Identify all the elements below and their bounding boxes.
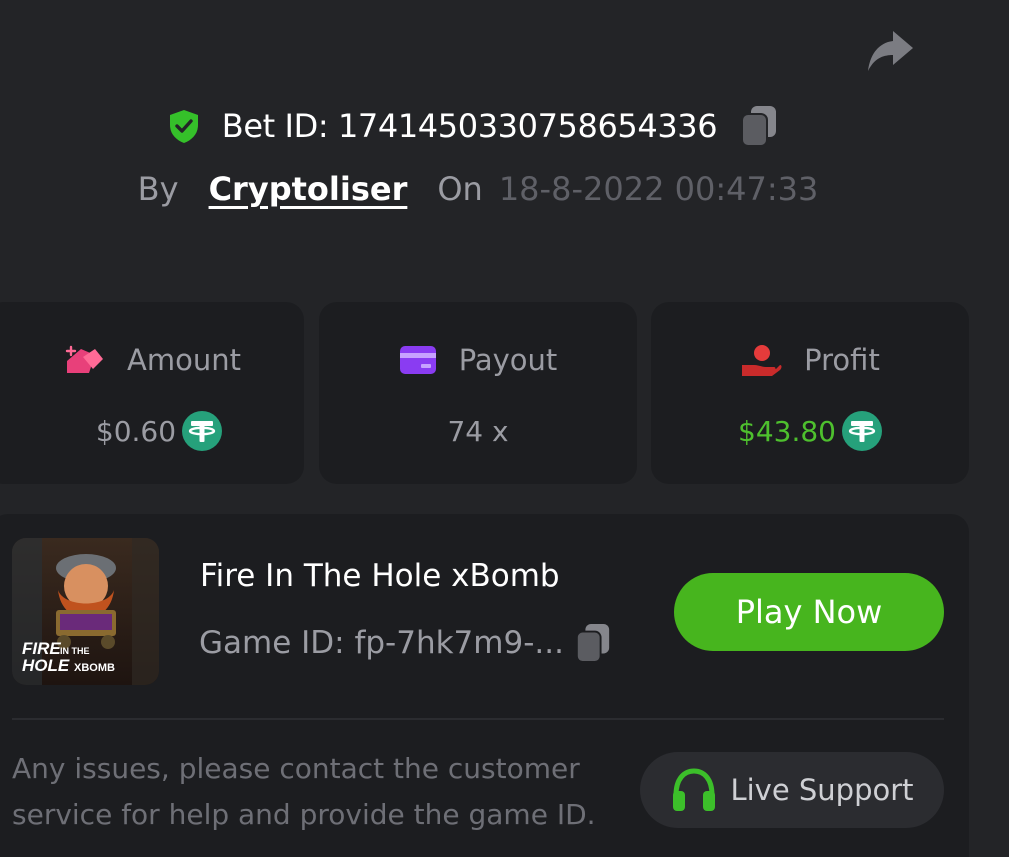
game-title[interactable]: Fire In The Hole xBomb <box>200 558 560 594</box>
profit-label: Profit <box>804 343 880 377</box>
payout-value-row: 74 x <box>319 408 637 454</box>
amount-value-row: $0.60 <box>0 408 318 454</box>
bet-id-row: Bet ID: 1741450330758654336 <box>0 102 945 150</box>
bet-author-row: By Cryptoliser On 18-8-2022 00:47:33 <box>0 166 956 212</box>
amount-card: Amount <box>0 302 304 484</box>
thumb-text-line2b: XBOMB <box>74 662 115 674</box>
card-icon <box>399 346 436 374</box>
game-thumbnail-art: FIRE IN THE HOLE XBOMB <box>12 538 159 685</box>
share-icon <box>868 31 913 71</box>
help-text: Any issues, please contact the customer … <box>12 752 596 831</box>
bet-id: Bet ID: 1741450330758654336 <box>221 107 718 145</box>
profit-value: $43.80 <box>738 414 836 448</box>
payout-value: 74 x <box>447 414 509 448</box>
amount-value: $0.60 <box>95 414 177 448</box>
bet-details-page: Bet ID: 1741450330758654336 By Cryptolis… <box>0 0 1009 857</box>
game-id: Game ID: fp-7hk7m9-... <box>199 625 564 661</box>
headset-icon <box>673 768 716 811</box>
game-thumbnail[interactable]: FIRE IN THE HOLE XBOMB <box>12 538 159 685</box>
by-label: By <box>137 170 179 208</box>
tether-coin-icon <box>841 411 882 451</box>
profit-card: Profit <box>651 302 969 484</box>
copy-game-id-icon[interactable] <box>574 622 612 664</box>
game-id-row: Game ID: fp-7hk7m9-... <box>199 620 612 666</box>
payout-label: Payout <box>458 343 558 377</box>
live-support-label: Live Support <box>730 773 914 807</box>
live-support-button[interactable]: Live Support <box>640 752 944 828</box>
share-button[interactable] <box>862 26 918 76</box>
verified-shield-icon <box>169 110 198 143</box>
divider <box>12 718 944 720</box>
thumb-text-line1b: IN THE <box>60 646 90 656</box>
hand-money-icon <box>742 345 782 376</box>
username-link[interactable]: Cryptoliser <box>209 170 408 208</box>
profit-value-row: $43.80 <box>651 408 969 454</box>
amount-label: Amount <box>127 343 241 377</box>
gift-icon <box>65 345 104 373</box>
tether-coin-icon <box>182 411 223 451</box>
play-now-button[interactable]: Play Now <box>674 573 944 651</box>
payout-card: Payout <box>319 302 637 484</box>
bet-datetime: 18-8-2022 00:47:33 <box>498 170 819 208</box>
copy-bet-id-icon[interactable] <box>739 104 779 148</box>
thumb-text-line2: HOLE <box>22 656 70 675</box>
on-label: On <box>437 170 483 208</box>
